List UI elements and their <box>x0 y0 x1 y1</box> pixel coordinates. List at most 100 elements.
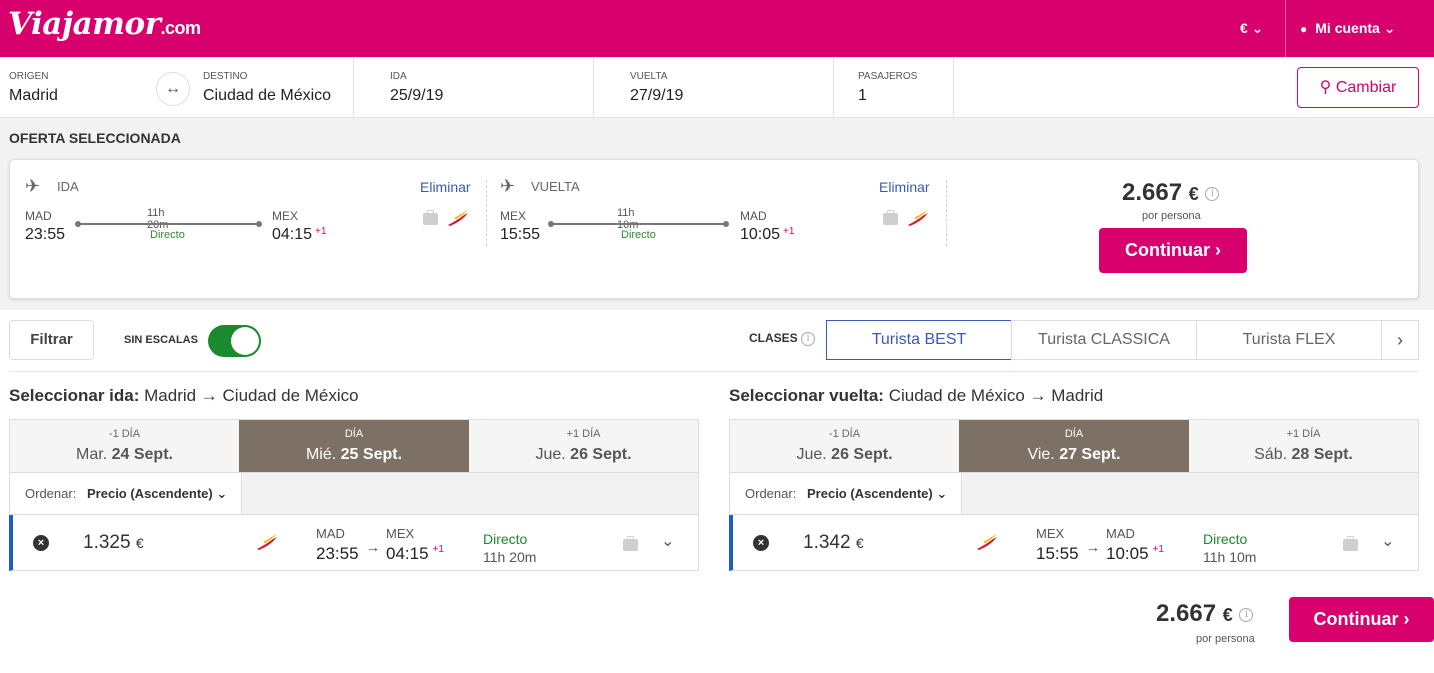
logo-text: Viajamor <box>8 6 161 42</box>
class-tab-turista-best[interactable]: Turista BEST <box>826 320 1012 360</box>
swap-arrows-icon: ↔ <box>165 80 181 97</box>
next-day-badge: +1 <box>432 544 444 555</box>
day-offset: +1 DÍA <box>566 428 601 440</box>
day-weekday: Mié. <box>305 446 337 463</box>
outbound-day-current[interactable]: DÍA Mié. 25 Sept. <box>239 420 469 472</box>
return-arrival-time: 10:05 <box>740 226 781 243</box>
remove-return-link[interactable]: Eliminar <box>879 179 930 195</box>
offer-currency: € <box>1188 184 1199 204</box>
result-origin-code: MAD <box>316 526 345 541</box>
day-date: Sáb. 28 Sept. <box>1189 446 1418 464</box>
next-day-badge: +1 <box>315 226 327 237</box>
info-icon[interactable]: i <box>801 331 816 346</box>
remove-outbound-link[interactable]: Eliminar <box>420 179 471 195</box>
day-date: Mié. 25 Sept. <box>239 446 469 464</box>
top-header: Viajamor.com € ⌄ ● Mi cuenta ⌄ <box>0 0 1434 57</box>
site-logo[interactable]: Viajamor.com <box>8 6 201 42</box>
class-next-button[interactable]: › <box>1381 320 1419 360</box>
outbound-result-row[interactable]: × 1.325 € MAD 23:55 → MEX 04:15 +1 Direct… <box>9 515 699 571</box>
bottom-continue-button[interactable]: Continuar › <box>1289 597 1434 642</box>
close-circle-icon[interactable]: × <box>753 535 769 551</box>
return-date-selector: -1 DÍA Jue. 26 Sept. DÍA Vie. 27 Sept. +1 … <box>729 419 1419 473</box>
result-price-value: 1.342 <box>803 532 851 553</box>
return-day-current[interactable]: DÍA Vie. 27 Sept. <box>959 420 1189 472</box>
day-date-value: 26 Sept. <box>831 446 893 463</box>
origin-field[interactable]: ORIGEN Madrid <box>9 57 149 118</box>
non-stop-label: SIN ESCALAS <box>124 334 198 346</box>
passengers-field[interactable]: PASAJEROS 1 <box>858 57 948 118</box>
return-origin-code: MEX <box>500 209 527 223</box>
day-offset: -1 DÍA <box>108 428 141 440</box>
plane-departure-icon: ✈ <box>25 176 41 196</box>
result-departure-time: 23:55 <box>316 544 359 563</box>
destination-field[interactable]: DESTINO Ciudad de México <box>203 57 353 118</box>
origin-label: ORIGEN <box>9 71 49 82</box>
outbound-arrival: 04:15 +1 <box>272 226 326 244</box>
return-sort-dropdown[interactable]: Ordenar: Precio (Ascendente) ⌄ <box>730 473 962 514</box>
result-duration: 11h 10m <box>1203 549 1257 565</box>
divider <box>833 57 834 118</box>
return-arrival: 10:05 +1 <box>740 226 794 244</box>
day-weekday: Mar. <box>76 446 108 463</box>
return-date-field[interactable]: VUELTA 27/9/19 <box>630 57 830 118</box>
arrow-right-icon: → <box>1086 539 1100 555</box>
class-tab-turista-flex[interactable]: Turista FLEX <box>1196 320 1382 360</box>
return-result-row[interactable]: × 1.342 € MEX 15:55 → MAD 10:05 +1 Direct… <box>729 515 1419 571</box>
swap-route-button[interactable]: ↔ <box>156 72 190 106</box>
departure-date-field[interactable]: IDA 25/9/19 <box>390 57 590 118</box>
day-date-value: 25 Sept. <box>340 446 403 463</box>
return-day-next[interactable]: +1 DÍA Sáb. 28 Sept. <box>1189 420 1418 472</box>
bottom-per-person: por persona <box>1196 633 1255 645</box>
result-direct-label: Directo <box>1203 531 1248 547</box>
route-dot <box>256 221 262 227</box>
outbound-sort-dropdown[interactable]: Ordenar: Precio (Ascendente) ⌄ <box>10 473 242 514</box>
filter-button[interactable]: Filtrar <box>9 320 94 360</box>
outbound-title-bold: Seleccionar ida: <box>9 386 140 405</box>
chevron-down-icon[interactable]: ⌄ <box>661 531 674 551</box>
origin-value: Madrid <box>9 87 58 104</box>
continue-label: Continuar <box>1124 240 1210 260</box>
baggage-icon <box>1343 536 1358 551</box>
passengers-value: 1 <box>858 87 867 104</box>
info-icon[interactable]: i <box>1205 186 1220 201</box>
passengers-label: PASAJEROS <box>858 71 918 82</box>
day-date-value: 27 Sept. <box>1059 446 1121 463</box>
iberia-logo-icon <box>977 534 997 550</box>
offer-continue-button[interactable]: Continuar › <box>1099 228 1247 273</box>
result-destination-code: MAD <box>1106 526 1135 541</box>
chevron-right-icon: › <box>1397 330 1403 350</box>
result-arrival-time: 10:05 <box>1106 544 1149 563</box>
outbound-day-prev[interactable]: -1 DÍA Mar. 24 Sept. <box>10 420 239 472</box>
departure-date-value: 25/9/19 <box>390 87 444 104</box>
outbound-origin-code: MAD <box>25 209 52 223</box>
chevron-down-icon[interactable]: ⌄ <box>1381 531 1394 551</box>
bottom-price-value: 2.667 <box>1156 600 1217 627</box>
return-label: VUELTA <box>531 179 580 194</box>
selected-offer-card: ✈ IDA Eliminar MAD 23:55 11h 20m Directo… <box>9 159 1419 299</box>
class-tab-turista-classica[interactable]: Turista CLASSICA <box>1011 320 1197 360</box>
outbound-day-next[interactable]: +1 DÍA Jue. 26 Sept. <box>469 420 698 472</box>
return-date-label: VUELTA <box>630 71 668 82</box>
outbound-duration: 11h 20m <box>147 207 169 231</box>
non-stop-toggle[interactable] <box>208 325 261 357</box>
sort-label: Ordenar: <box>745 486 797 501</box>
baggage-icon <box>423 210 438 225</box>
day-date: Jue. 26 Sept. <box>469 446 698 464</box>
return-day-prev[interactable]: -1 DÍA Jue. 26 Sept. <box>730 420 959 472</box>
day-date: Jue. 26 Sept. <box>730 446 959 464</box>
close-circle-icon[interactable]: × <box>33 535 49 551</box>
return-date-value: 27/9/19 <box>630 87 684 104</box>
chevron-right-icon: › <box>1215 240 1221 260</box>
route-line <box>78 223 260 225</box>
departure-date-label: IDA <box>390 71 407 82</box>
destination-label: DESTINO <box>203 71 248 82</box>
account-menu[interactable]: ● Mi cuenta ⌄ <box>1300 20 1395 37</box>
return-duration: 11h 10m <box>617 207 639 231</box>
change-search-button[interactable]: ⚲ Cambiar <box>1297 67 1419 108</box>
result-price: 1.325 € <box>83 532 144 554</box>
info-icon[interactable]: i <box>1239 607 1254 622</box>
header-divider <box>1285 0 1286 57</box>
divider <box>353 57 354 118</box>
toggle-knob <box>231 327 259 355</box>
currency-selector[interactable]: € ⌄ <box>1240 20 1263 37</box>
